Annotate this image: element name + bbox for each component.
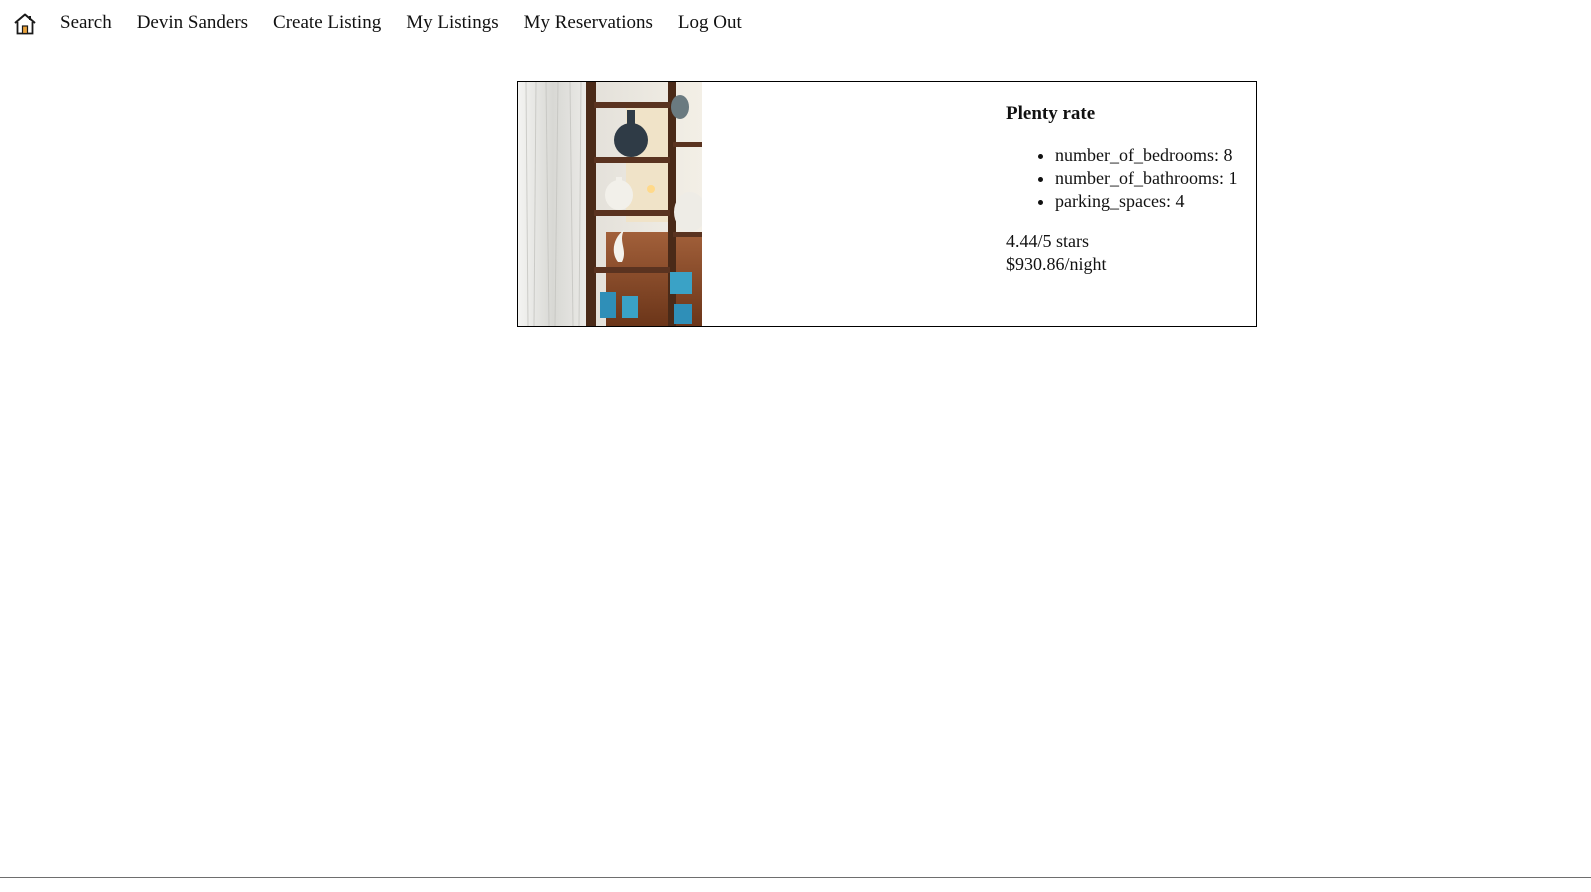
nav-user-link[interactable]: Devin Sanders (137, 13, 248, 32)
top-navigation: Search Devin Sanders Create Listing My L… (0, 0, 767, 44)
nav-search-link[interactable]: Search (60, 13, 112, 32)
feature-bathrooms: number_of_bathrooms: 1 (1055, 167, 1254, 190)
home-icon (14, 13, 36, 35)
listing-price: $930.86/night (1006, 253, 1107, 274)
bottom-divider (0, 877, 1591, 878)
nav-my-listings-link[interactable]: My Listings (406, 13, 498, 32)
listing-card[interactable]: Plenty rate number_of_bedrooms: 8 number… (517, 81, 1257, 327)
feature-parking: parking_spaces: 4 (1055, 190, 1254, 213)
feature-bedrooms: number_of_bedrooms: 8 (1055, 144, 1254, 167)
home-link[interactable] (13, 12, 37, 36)
listing-photo (518, 82, 702, 326)
listing-info: Plenty rate number_of_bedrooms: 8 number… (1006, 103, 1254, 276)
listing-features-list: number_of_bedrooms: 8 number_of_bathroom… (1006, 144, 1254, 213)
listing-title: Plenty rate (1006, 103, 1096, 124)
listing-rating: 4.44/5 stars (1006, 230, 1089, 251)
nav-create-listing-link[interactable]: Create Listing (273, 13, 381, 32)
nav-log-out-link[interactable]: Log Out (678, 13, 742, 32)
nav-my-reservations-link[interactable]: My Reservations (524, 13, 653, 32)
